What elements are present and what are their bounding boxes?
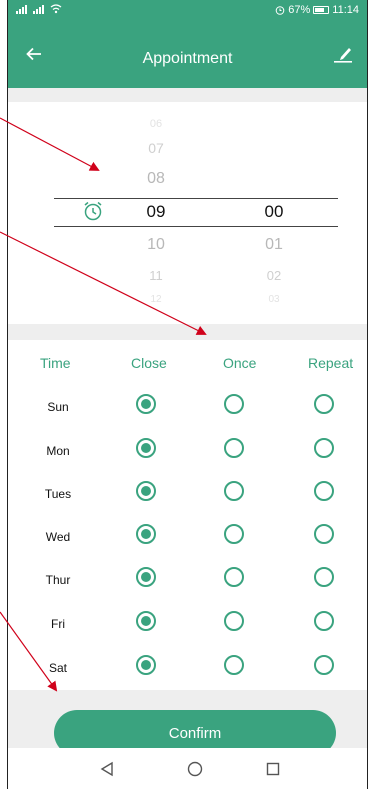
hour-option[interactable]: 08 [131, 170, 181, 188]
system-nav-bar [8, 748, 367, 789]
day-label: Sat [48, 661, 67, 675]
home-circle-icon [187, 761, 203, 777]
back-triangle-icon [100, 761, 113, 777]
selection-line-bottom [54, 226, 338, 227]
hour-option[interactable]: 06 [131, 118, 181, 130]
radio-once-fri[interactable] [224, 611, 244, 631]
day-label: Thur [45, 573, 71, 587]
hour-option[interactable]: 07 [131, 140, 181, 156]
alarm-clock-icon [84, 201, 102, 221]
radio-repeat-sat[interactable] [314, 655, 334, 675]
minute-selected[interactable]: 00 [249, 202, 299, 222]
column-header-once: Once [223, 355, 257, 371]
radio-once-sat[interactable] [224, 655, 244, 675]
time-picker[interactable]: 06 07 08 09 10 11 12 00 01 02 03 [8, 102, 367, 324]
nav-recents-button[interactable] [262, 758, 284, 780]
nav-back-button[interactable] [96, 758, 118, 780]
hour-option[interactable]: 11 [131, 268, 181, 283]
radio-close-fri[interactable] [136, 611, 156, 631]
radio-repeat-thur[interactable] [314, 567, 334, 587]
radio-repeat-wed[interactable] [314, 524, 334, 544]
edit-pencil-icon [334, 48, 352, 63]
radio-close-sat[interactable] [136, 655, 156, 675]
edit-button[interactable] [329, 40, 357, 68]
nav-home-button[interactable] [184, 758, 206, 780]
column-header-repeat: Repeat [308, 355, 354, 371]
page-title: Appointment [142, 50, 233, 67]
status-right: 67% 11:14 [275, 4, 359, 16]
day-label: Tues [44, 487, 72, 501]
minute-option[interactable]: 01 [249, 236, 299, 254]
signal-indicators [16, 4, 62, 14]
day-label: Sun [47, 400, 69, 414]
hour-option[interactable]: 10 [131, 236, 181, 254]
radio-repeat-tues[interactable] [314, 481, 334, 501]
signal-icon [33, 4, 44, 14]
radio-once-sun[interactable] [224, 394, 244, 414]
divider-strip [8, 88, 367, 102]
radio-once-thur[interactable] [224, 567, 244, 587]
clock-time: 11:14 [332, 4, 359, 16]
alarm-small-icon [275, 6, 285, 15]
column-header-close: Close [131, 355, 167, 371]
radio-once-wed[interactable] [224, 524, 244, 544]
radio-close-sun[interactable] [136, 394, 156, 414]
phone-screen: 67% 11:14 Appointment 06 07 08 09 10 11 … [7, 0, 368, 789]
minute-option[interactable]: 03 [249, 294, 299, 305]
day-label: Wed [45, 530, 71, 544]
recents-square-icon [266, 762, 280, 776]
confirm-area: Confirm [8, 690, 367, 756]
hour-selected[interactable]: 09 [131, 202, 181, 222]
radio-repeat-fri[interactable] [314, 611, 334, 631]
day-label: Mon [46, 444, 70, 458]
radio-repeat-mon[interactable] [314, 438, 334, 458]
selection-line-top [54, 198, 338, 199]
signal-icon [16, 4, 27, 14]
status-bar: 67% 11:14 [8, 0, 367, 22]
day-label: Fri [51, 617, 65, 631]
wifi-icon [50, 4, 62, 14]
radio-close-thur[interactable] [136, 567, 156, 587]
divider-strip [8, 324, 367, 340]
radio-once-tues[interactable] [224, 481, 244, 501]
radio-close-wed[interactable] [136, 524, 156, 544]
radio-once-mon[interactable] [224, 438, 244, 458]
app-header: Appointment [8, 22, 367, 88]
radio-close-mon[interactable] [136, 438, 156, 458]
radio-repeat-sun[interactable] [314, 394, 334, 414]
column-header-time: Time [40, 355, 71, 371]
hour-option[interactable]: 12 [131, 294, 181, 305]
radio-close-tues[interactable] [136, 481, 156, 501]
battery-percent: 67% [288, 4, 311, 16]
battery-icon [313, 6, 330, 14]
minute-option[interactable]: 02 [249, 268, 299, 283]
